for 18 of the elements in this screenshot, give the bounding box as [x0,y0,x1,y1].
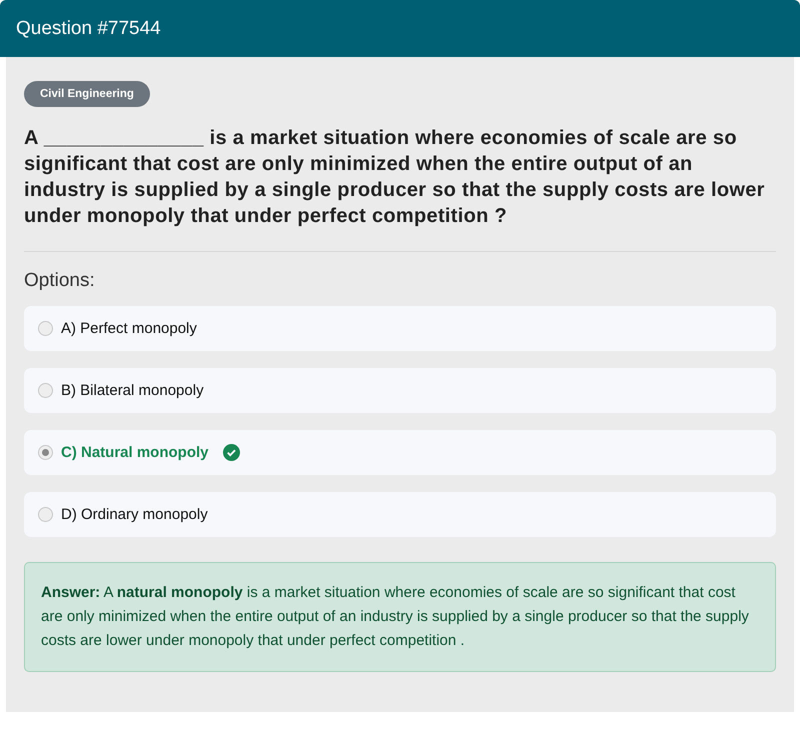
option-row[interactable]: D) Ordinary monopoly [24,492,776,537]
question-title: Question #77544 [16,18,161,40]
radio-button[interactable] [38,383,53,398]
option-row[interactable]: A) Perfect monopoly [24,306,776,351]
radio-button[interactable] [38,507,53,522]
answer-explanation: Answer: A natural monopoly is a market situation where economies of scale are so significant that cost are only minimized when the entire output of an industry is supplied by a single producer so that the supply costs are lower under monopoly that under perfect competition . [24,562,776,672]
option-row[interactable]: B) Bilateral monopoly [24,368,776,413]
option-row[interactable]: C) Natural monopoly [24,430,776,475]
option-text: C) Natural monopoly [61,444,209,461]
option-text: A) Perfect monopoly [61,320,197,337]
option-text: B) Bilateral monopoly [61,382,204,399]
options-label: Options: [24,270,95,292]
question-text: A ______________ is a market situation where economies of scale are so significant that cost are only minimized when the entire output of an industry is supplied by a single producer so that the supply costs are lower under monopoly that under perfect competition ? [24,125,776,252]
check-circle-icon [222,444,240,461]
category-badge: Civil Engineering [24,81,150,107]
option-text: D) Ordinary monopoly [61,506,208,523]
radio-button[interactable] [38,445,53,460]
radio-button[interactable] [38,321,53,336]
